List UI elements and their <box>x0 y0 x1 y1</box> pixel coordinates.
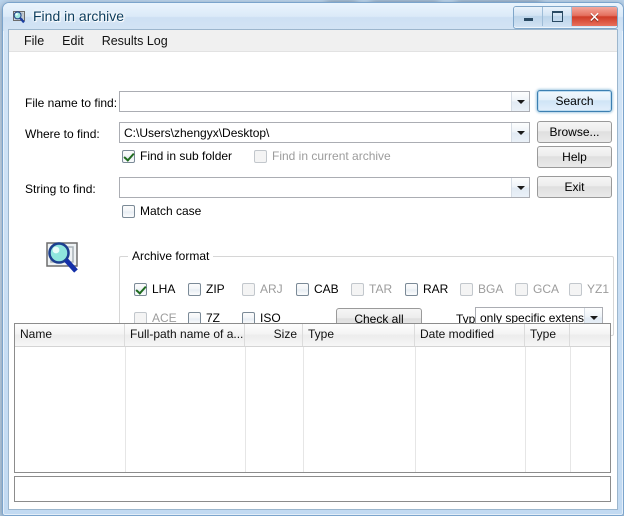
help-button[interactable]: Help <box>537 146 612 168</box>
close-button[interactable]: ✕ <box>572 7 617 26</box>
status-bar <box>14 476 611 502</box>
find-in-sub-folder-label: Find in sub folder <box>140 149 233 163</box>
checkbox-box <box>296 282 309 296</box>
checkbox-lha[interactable]: LHA <box>134 282 175 296</box>
column-header-type[interactable]: Type <box>303 324 415 346</box>
checkbox-yz1: YZ1 <box>569 282 609 296</box>
maximize-icon <box>551 11 563 22</box>
browse-button[interactable]: Browse... <box>537 121 612 143</box>
checkbox-box <box>405 282 418 296</box>
chevron-down-icon <box>589 315 598 320</box>
where-to-find-label: Where to find: <box>25 127 100 141</box>
checkbox-box <box>569 282 582 296</box>
column-divider <box>303 347 304 472</box>
window-controls: ✕ <box>513 6 618 29</box>
column-divider <box>245 347 246 472</box>
column-header-type-2[interactable]: Type <box>525 324 570 346</box>
column-header-date-modified[interactable]: Date modified <box>415 324 525 346</box>
chevron-down-icon <box>516 185 525 190</box>
chevron-down-icon <box>516 99 525 104</box>
checkbox-box <box>188 282 201 296</box>
menu-results-log[interactable]: Results Log <box>93 32 177 50</box>
column-header-size[interactable]: Size <box>245 324 303 346</box>
column-divider <box>125 347 126 472</box>
string-to-find-dropdown-button[interactable] <box>511 178 529 197</box>
file-name-dropdown-button[interactable] <box>511 92 529 111</box>
string-to-find-input[interactable] <box>119 177 530 198</box>
close-icon: ✕ <box>588 8 601 25</box>
find-in-current-archive-checkbox: Find in current archive <box>254 149 391 163</box>
find-in-archive-window: Find in archive ✕ File Edit Results Log <box>2 2 624 516</box>
where-to-find-dropdown-button[interactable] <box>511 123 529 142</box>
checkbox-label: RAR <box>423 282 449 296</box>
find-in-current-archive-label: Find in current archive <box>272 149 391 163</box>
search-button[interactable]: Search <box>537 90 612 112</box>
checkbox-rar[interactable]: RAR <box>405 282 448 296</box>
where-to-find-value: C:\Users\zhengyx\Desktop\ <box>124 125 270 140</box>
string-to-find-label: String to find: <box>25 182 96 196</box>
checkbox-box <box>351 282 364 296</box>
maximize-button[interactable] <box>543 7 572 26</box>
checkbox-box <box>242 282 255 296</box>
exit-button[interactable]: Exit <box>537 176 612 198</box>
column-header-filler[interactable] <box>570 324 610 346</box>
results-header-row: Name Full-path name of a... Size Type Da… <box>15 324 610 347</box>
results-list[interactable]: Name Full-path name of a... Size Type Da… <box>14 323 611 473</box>
checkbox-label: TAR <box>369 282 393 296</box>
screen: Find in archive ✕ File Edit Results Log <box>0 0 624 516</box>
results-rows[interactable] <box>15 347 610 472</box>
checkbox-zip[interactable]: ZIP <box>188 282 225 296</box>
column-header-name[interactable]: Name <box>15 324 125 346</box>
magnifier-document-icon <box>42 237 84 282</box>
magnifier-document-icon <box>11 9 27 25</box>
checkbox-box <box>515 282 528 296</box>
title-bar[interactable]: Find in archive ✕ <box>3 3 623 31</box>
checkbox-bga: BGA <box>460 282 503 296</box>
file-name-label: File name to find: <box>25 96 118 110</box>
checkbox-label: YZ1 <box>587 282 610 296</box>
checkbox-label: GCA <box>533 282 560 296</box>
checkbox-gca: GCA <box>515 282 559 296</box>
menu-edit[interactable]: Edit <box>53 32 93 50</box>
checkbox-box <box>254 149 267 163</box>
checkbox-tar: TAR <box>351 282 392 296</box>
checkbox-label: ZIP <box>206 282 225 296</box>
checkbox-box <box>122 204 135 218</box>
chevron-down-icon <box>516 130 525 135</box>
where-to-find-input[interactable]: C:\Users\zhengyx\Desktop\ <box>119 122 530 143</box>
minimize-icon <box>523 18 533 21</box>
checkbox-label: LHA <box>152 282 176 296</box>
search-form: File name to find: Search Where to find:… <box>9 52 617 336</box>
menu-bar: File Edit Results Log <box>9 30 617 52</box>
window-title: Find in archive <box>33 8 125 24</box>
column-divider <box>525 347 526 472</box>
checkbox-label: BGA <box>478 282 504 296</box>
checkbox-box <box>460 282 473 296</box>
column-divider <box>415 347 416 472</box>
checkbox-box <box>134 282 147 296</box>
minimize-button[interactable] <box>514 7 543 26</box>
column-divider <box>570 347 571 472</box>
find-in-sub-folder-checkbox[interactable]: Find in sub folder <box>122 149 232 163</box>
file-name-input[interactable] <box>119 91 530 112</box>
archive-format-title: Archive format <box>128 249 214 263</box>
client-area: File Edit Results Log File name to find:… <box>8 29 618 510</box>
checkbox-box <box>122 149 135 163</box>
menu-file[interactable]: File <box>15 32 53 50</box>
match-case-label: Match case <box>140 204 202 218</box>
checkbox-label: ARJ <box>260 282 283 296</box>
column-header-full-path[interactable]: Full-path name of a... <box>125 324 245 346</box>
checkbox-label: CAB <box>314 282 339 296</box>
checkbox-arj: ARJ <box>242 282 283 296</box>
checkbox-cab[interactable]: CAB <box>296 282 339 296</box>
match-case-checkbox[interactable]: Match case <box>122 204 201 218</box>
